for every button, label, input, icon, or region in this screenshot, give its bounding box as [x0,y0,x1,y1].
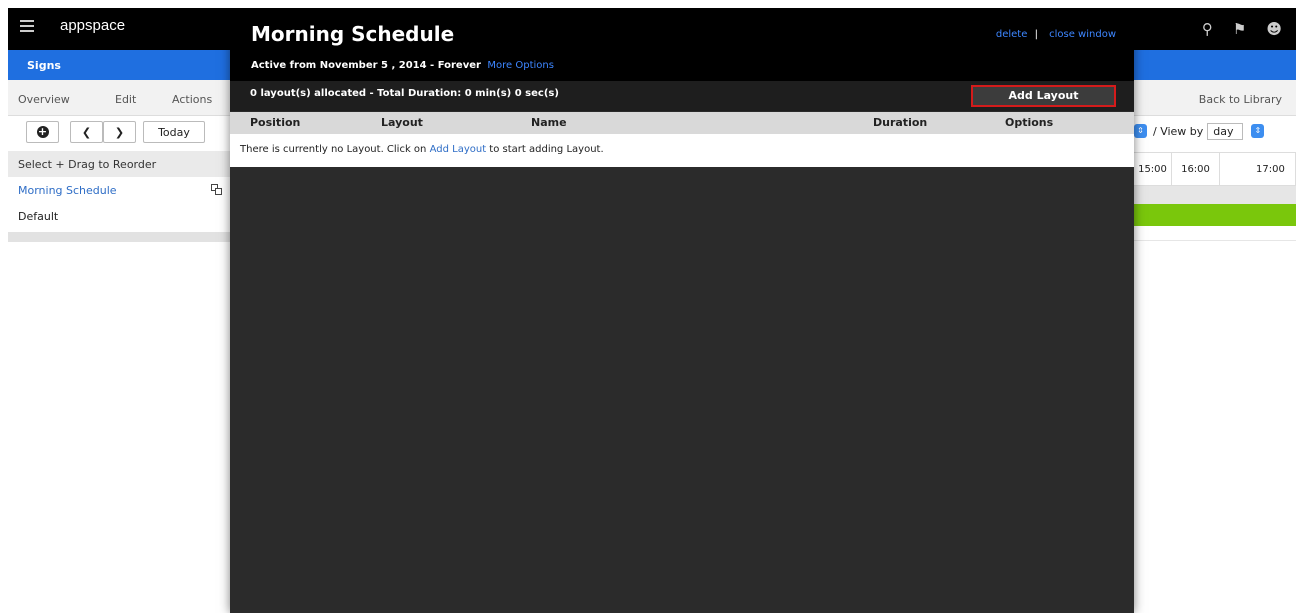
view-by-row: ⇕ / View by day ⇕ [1134,120,1296,142]
schedule-label: Morning Schedule [18,184,117,197]
column-duration: Duration [873,116,928,129]
timeline-row [1134,186,1296,204]
add-layout-link[interactable]: Add Layout [430,144,487,155]
left-tabs: Overview Edit Actions [8,80,230,116]
top-icons: ⚲ ⚑ ☻ [1202,20,1282,38]
time-cell: 15:00 [1134,153,1172,186]
back-to-library-link[interactable]: Back to Library [1199,93,1282,106]
empty-text: There is currently no Layout. Click on [240,144,430,155]
timeline-header: 15:00 16:00 17:00 [1134,152,1296,186]
divider [8,232,230,242]
close-window-link[interactable]: close window [1049,29,1116,40]
column-name: Name [531,116,567,129]
plus-icon: + [36,125,49,138]
app-window: appspace ⚲ ⚑ ☻ Signs Overview Edit Actio… [8,8,1296,613]
active-text: Active from November 5 , 2014 - Forever [251,60,481,71]
schedule-label: Default [18,210,59,223]
tab-actions[interactable]: Actions [172,93,212,106]
add-button[interactable]: + [26,121,59,143]
chevron-right-icon: ❯ [114,125,125,139]
brand-logo[interactable]: appspace [60,17,125,34]
back-bar: Back to Library [1134,80,1296,116]
next-button[interactable]: ❯ [103,121,136,143]
empty-message: There is currently no Layout. Click on A… [230,134,1134,167]
schedule-item-morning[interactable]: Morning Schedule [8,178,230,204]
allocation-summary: 0 layout(s) allocated - Total Duration: … [250,88,559,99]
select-arrow-icon[interactable]: ⇕ [1251,124,1265,138]
view-by-label: / View by [1153,124,1204,138]
divider [1134,240,1296,241]
separator: | [1034,29,1038,40]
modal-title: Morning Schedule [251,22,455,46]
right-panel: Back to Library ⇕ / View by day ⇕ 15:00 … [1134,80,1296,613]
schedule-item-default[interactable]: Default [8,204,230,230]
time-cell: 17:00 [1220,153,1296,186]
modal-header: Morning Schedule Active from November 5 … [230,8,1134,81]
add-layout-button[interactable]: Add Layout [971,85,1116,107]
copy-icon[interactable] [211,184,222,195]
prev-button[interactable]: ❮ [70,121,103,143]
user-icon[interactable]: ☻ [1266,20,1282,38]
left-panel: Overview Edit Actions + ❮ ❯ Today Select… [8,80,230,613]
allocation-bar: 0 layout(s) allocated - Total Duration: … [230,81,1134,111]
column-position: Position [250,116,301,129]
more-options-link[interactable]: More Options [487,60,554,71]
time-cell: 16:00 [1172,153,1220,186]
flag-icon[interactable]: ⚑ [1233,20,1246,38]
empty-text: to start adding Layout. [486,144,604,155]
tab-overview[interactable]: Overview [18,93,70,106]
left-toolbar: + ❮ ❯ Today [8,116,230,146]
column-layout: Layout [381,116,423,129]
column-options: Options [1005,116,1054,129]
select-arrow-icon[interactable]: ⇕ [1134,124,1147,138]
search-icon[interactable]: ⚲ [1202,20,1213,38]
timeline-bar[interactable] [1134,204,1296,226]
active-range: Active from November 5 , 2014 - Forever … [251,60,554,71]
delete-link[interactable]: delete [996,29,1028,40]
modal-actions: delete | close window [996,29,1116,40]
layout-table-header: Position Layout Name Duration Options [230,112,1134,134]
tab-edit[interactable]: Edit [115,93,136,106]
view-by-select[interactable]: day [1207,122,1244,140]
section-title[interactable]: Signs [27,59,61,72]
today-button[interactable]: Today [143,121,205,143]
schedule-modal: Morning Schedule Active from November 5 … [230,8,1134,613]
reorder-hint: Select + Drag to Reorder [8,151,230,177]
menu-icon[interactable] [20,20,36,34]
chevron-left-icon: ❮ [81,125,92,139]
